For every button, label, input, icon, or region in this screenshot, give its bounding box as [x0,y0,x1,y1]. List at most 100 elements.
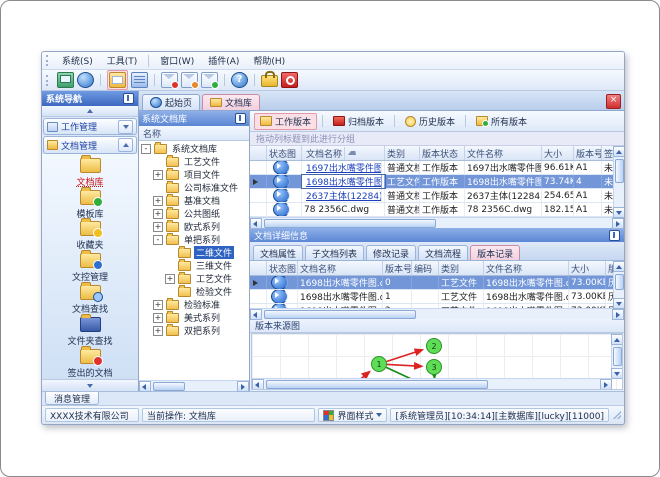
document-link[interactable]: 2637主体(12284).dwg [304,189,382,202]
sidebar-item-favorites[interactable]: 收藏夹 [42,218,138,252]
tab-start-page[interactable]: 起始页 [142,94,201,110]
tree-item[interactable]: + 公共图纸 [139,206,249,220]
column-header-category[interactable]: 类别 [385,146,420,160]
grid-vertical-scrollbar[interactable] [613,146,624,218]
tree-expander[interactable]: + [153,312,163,323]
column-header-code[interactable]: 编码 [412,261,439,275]
tree-item[interactable]: + 美式系列 [139,310,249,324]
grid-vertical-scrollbar[interactable] [613,261,624,309]
lock-icon[interactable] [261,71,278,87]
tree-expander[interactable]: + [153,221,163,232]
scroll-down-button[interactable] [613,298,624,309]
tree-item[interactable]: + 工艺文件 [139,271,249,285]
menu-plugins[interactable]: 插件(A) [202,53,245,68]
column-header-category[interactable]: 类别 [439,261,484,275]
column-header-version[interactable]: 版本号 [574,146,602,160]
scroll-thumb[interactable] [614,159,624,183]
tree-item[interactable]: + 基准文档 [139,193,249,207]
interface-style-dropdown[interactable]: 界面样式 [318,408,388,422]
tree-item[interactable]: + 检验标准 [139,297,249,311]
sidebar-group-doc[interactable]: 文档管理 [43,136,137,154]
table-row[interactable]: 78 2356C.dwg 普通文档 工作版本 78 2356C.dwg 182.… [250,203,624,217]
tree-expander[interactable]: + [153,169,163,180]
column-header-status[interactable]: 状态图 [267,146,302,160]
pin-icon[interactable] [609,229,620,241]
scroll-left-button[interactable] [250,308,262,320]
expand-button[interactable] [118,119,133,134]
scroll-left-button[interactable] [139,380,151,392]
table-row[interactable]: 1698出水嘴零件图.dwg 1 工艺文件 1698出水嘴零件图.dwg 73.… [250,290,624,304]
all-versions-button[interactable]: 所有版本 [471,114,532,129]
graph-vertical-scrollbar[interactable] [611,334,622,379]
scroll-thumb[interactable] [614,274,624,290]
scroll-left-button[interactable] [252,378,264,389]
sidebar-item-doc-control[interactable]: 文控管理 [42,250,138,284]
scroll-right-button[interactable] [600,378,612,389]
table-row-selected[interactable]: 1698出水嘴零件图.dwg 0 工艺文件 1698出水嘴零件图.dwg 73.… [250,276,624,290]
menu-window[interactable]: 窗口(W) [154,53,200,68]
scroll-down-button[interactable] [611,368,622,379]
scroll-thumb[interactable] [264,309,416,319]
archive-version-button[interactable]: 归档版本 [328,114,389,129]
column-header-vstate[interactable]: 版本状态 [420,146,465,160]
sidebar-item-document-library[interactable]: 文档库 [42,154,138,189]
menu-help[interactable]: 帮助(H) [247,53,291,68]
scroll-up-button[interactable] [613,146,624,157]
network-globe-icon[interactable] [77,72,94,88]
scroll-thumb[interactable] [153,381,185,391]
column-header-docname[interactable]: 文档名称 [302,146,385,160]
sidebar-item-doc-search[interactable]: 文档查找 [42,281,138,316]
scroll-right-button[interactable] [612,217,624,229]
resize-grip[interactable] [613,411,621,419]
sidebar-item-template-library[interactable]: 模板库 [42,186,138,221]
sidebar-item-folder-search[interactable]: 文件夹查找 [42,313,138,348]
work-version-button[interactable]: 工作版本 [254,112,318,130]
pin-icon[interactable] [235,113,246,124]
toolbar-grip[interactable] [46,55,51,66]
document-link[interactable]: 1697出水嘴零件图.dwg [304,161,382,174]
tab-doc-properties[interactable]: 文档属性 [253,245,304,260]
graph-horizontal-scrollbar[interactable] [252,378,612,389]
tree-expander[interactable]: + [153,299,163,310]
mail-delete-icon[interactable] [161,72,179,89]
tab-modification-records[interactable]: 修改记录 [366,245,417,260]
tree-item[interactable]: - 单把系列 [139,232,249,246]
schedule-icon[interactable] [131,72,148,88]
exit-icon[interactable] [281,72,298,88]
tree-item[interactable]: 公司标准文件 [139,180,249,194]
tree-expander[interactable]: - [153,234,163,245]
tree-expander[interactable]: + [153,325,163,336]
column-header-version[interactable]: 版本号 [383,261,412,275]
scroll-right-button[interactable] [612,308,624,320]
tree-item[interactable]: 检验文件 [139,284,249,298]
scroll-right-button[interactable] [237,380,249,392]
tree-item[interactable]: 三维文件 [139,258,249,272]
sidebar-item-checked-out-docs[interactable]: 签出的文档 [42,345,138,380]
scroll-up-button[interactable] [611,334,622,345]
tree-column-header[interactable]: 名称 [139,126,249,141]
history-version-button[interactable]: 历史版本 [400,114,460,129]
column-header-size[interactable]: 大小 [542,146,574,160]
tab-doc-flow[interactable]: 文档流程 [418,245,469,260]
tree-item[interactable]: 工艺文件 [139,154,249,168]
tree-expander[interactable]: - [141,143,151,154]
tree-horizontal-scrollbar[interactable] [139,380,249,392]
tab-message-management[interactable]: 消息管理 [45,392,100,405]
scroll-thumb[interactable] [264,218,436,228]
scroll-up-button[interactable] [613,261,624,272]
document-link[interactable]: 1698出水嘴零件图.dwg [304,175,382,188]
sidebar-group-work[interactable]: 工作管理 [43,118,137,136]
menu-system[interactable]: 系统(S) [56,53,99,68]
folder-window-button[interactable] [107,70,128,90]
tree-item[interactable]: + 双把系列 [139,323,249,337]
tree-expander[interactable]: + [153,208,163,219]
sidebar-collapse-strip[interactable] [42,106,138,118]
table-row[interactable]: 2637主体(12284).dwg 普通文档 工作版本 2637主体(12284… [250,189,624,203]
close-icon[interactable]: × [606,93,621,109]
column-header-filename[interactable]: 文件名称 [465,146,542,160]
tree-item[interactable]: + 项目文件 [139,167,249,181]
table-row[interactable]: 1697出水嘴零件图.dwg 普通文档 工作版本 1697出水嘴零件图.dwg … [250,161,624,175]
scroll-left-button[interactable] [250,217,262,229]
tree-item[interactable]: + 欧式系列 [139,219,249,233]
grid-horizontal-scrollbar[interactable] [250,217,624,229]
